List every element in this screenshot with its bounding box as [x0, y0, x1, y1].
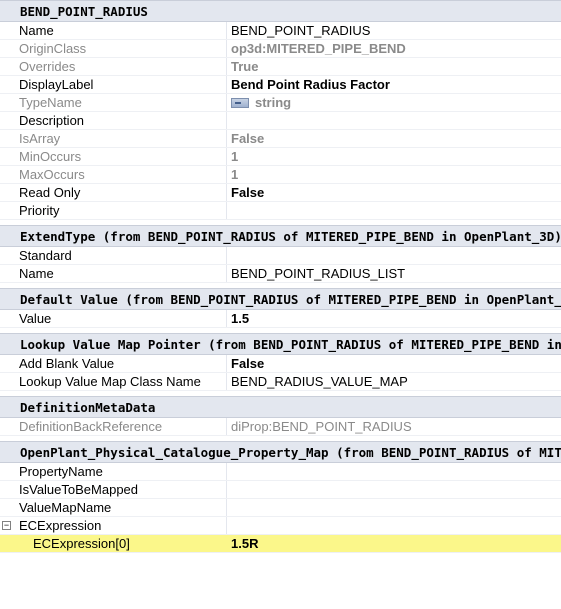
property-row-overrides[interactable]: Overrides True [0, 58, 561, 76]
property-value[interactable]: BEND_RADIUS_VALUE_MAP [227, 373, 561, 390]
property-name: ECExpression [18, 517, 227, 534]
property-value[interactable] [227, 499, 561, 516]
property-row-ecexpression[interactable]: − ECExpression [0, 517, 561, 535]
property-name: MaxOccurs [18, 166, 227, 183]
property-value[interactable]: op3d:MITERED_PIPE_BEND [227, 40, 561, 57]
collapse-icon[interactable]: − [2, 521, 11, 530]
property-value[interactable]: False [227, 130, 561, 147]
property-row-lookup-value-map-class-name[interactable]: Lookup Value Map Class Name BEND_RADIUS_… [0, 373, 561, 391]
property-value[interactable]: diProp:BEND_POINT_RADIUS [227, 418, 561, 435]
property-name: Overrides [18, 58, 227, 75]
property-row-value[interactable]: Value 1.5 [0, 310, 561, 328]
property-value[interactable]: 1 [227, 148, 561, 165]
property-value[interactable]: 1.5R [227, 535, 561, 552]
section-header-default-value[interactable]: Default Value (from BEND_POINT_RADIUS of… [0, 288, 561, 310]
property-row-ecexpression-0[interactable]: ECExpression[0] 1.5R [0, 535, 561, 553]
property-value[interactable]: Bend Point Radius Factor [227, 76, 561, 93]
property-row-definitionbackreference[interactable]: DefinitionBackReference diProp:BEND_POIN… [0, 418, 561, 436]
section-header-definitionmetadata[interactable]: DefinitionMetaData [0, 396, 561, 418]
property-value[interactable]: BEND_POINT_RADIUS_LIST [227, 265, 561, 282]
property-value[interactable] [227, 112, 561, 129]
property-row-read-only[interactable]: Read Only False [0, 184, 561, 202]
property-name: Read Only [18, 184, 227, 201]
property-value[interactable]: True [227, 58, 561, 75]
type-icon [231, 98, 249, 108]
property-row-originclass[interactable]: OriginClass op3d:MITERED_PIPE_BEND [0, 40, 561, 58]
section-header-lookup-value-map-pointer[interactable]: Lookup Value Map Pointer (from BEND_POIN… [0, 333, 561, 355]
property-value[interactable]: BEND_POINT_RADIUS [227, 22, 561, 39]
property-row-displaylabel[interactable]: DisplayLabel Bend Point Radius Factor [0, 76, 561, 94]
property-name: Add Blank Value [18, 355, 227, 372]
property-name: Value [18, 310, 227, 327]
section-header-extendtype[interactable]: ExtendType (from BEND_POINT_RADIUS of MI… [0, 225, 561, 247]
property-value[interactable]: string [227, 94, 561, 111]
property-name: DisplayLabel [18, 76, 227, 93]
property-row-isvaluetobemapped[interactable]: IsValueToBeMapped [0, 481, 561, 499]
property-grid: BEND_POINT_RADIUS Name BEND_POINT_RADIUS… [0, 0, 561, 609]
property-value[interactable]: False [227, 355, 561, 372]
section-header-openplant-physical-catalogue-property-map[interactable]: OpenPlant_Physical_Catalogue_Property_Ma… [0, 441, 561, 463]
property-row-description[interactable]: Description [0, 112, 561, 130]
section-header-bend-point-radius[interactable]: BEND_POINT_RADIUS [0, 0, 561, 22]
property-name: Name [18, 22, 227, 39]
property-name: ValueMapName [18, 499, 227, 516]
property-name: ECExpression[0] [18, 535, 227, 552]
property-row-typename[interactable]: TypeName string [0, 94, 561, 112]
property-value[interactable] [227, 517, 561, 534]
property-value[interactable] [227, 481, 561, 498]
property-row-add-blank-value[interactable]: Add Blank Value False [0, 355, 561, 373]
property-row-isarray[interactable]: IsArray False [0, 130, 561, 148]
property-row-minoccurs[interactable]: MinOccurs 1 [0, 148, 561, 166]
property-value[interactable] [227, 247, 561, 264]
property-name: IsArray [18, 130, 227, 147]
property-name: PropertyName [18, 463, 227, 480]
property-row-standard[interactable]: Standard [0, 247, 561, 265]
property-name: MinOccurs [18, 148, 227, 165]
property-value[interactable] [227, 463, 561, 480]
property-name: Priority [18, 202, 227, 219]
property-name: IsValueToBeMapped [18, 481, 227, 498]
property-value[interactable]: False [227, 184, 561, 201]
property-name: TypeName [18, 94, 227, 111]
property-name: Lookup Value Map Class Name [18, 373, 227, 390]
property-name: DefinitionBackReference [18, 418, 227, 435]
property-row-extendtype-name[interactable]: Name BEND_POINT_RADIUS_LIST [0, 265, 561, 283]
property-name: Description [18, 112, 227, 129]
property-value[interactable]: 1.5 [227, 310, 561, 327]
property-row-maxoccurs[interactable]: MaxOccurs 1 [0, 166, 561, 184]
property-name: Name [18, 265, 227, 282]
property-row-valuemapname[interactable]: ValueMapName [0, 499, 561, 517]
property-name: Standard [18, 247, 227, 264]
property-value[interactable]: 1 [227, 166, 561, 183]
property-name: OriginClass [18, 40, 227, 57]
property-value-text: string [255, 95, 292, 110]
property-row-propertyname[interactable]: PropertyName [0, 463, 561, 481]
property-value[interactable] [227, 202, 561, 219]
property-row-priority[interactable]: Priority [0, 202, 561, 220]
property-row-name[interactable]: Name BEND_POINT_RADIUS [0, 22, 561, 40]
